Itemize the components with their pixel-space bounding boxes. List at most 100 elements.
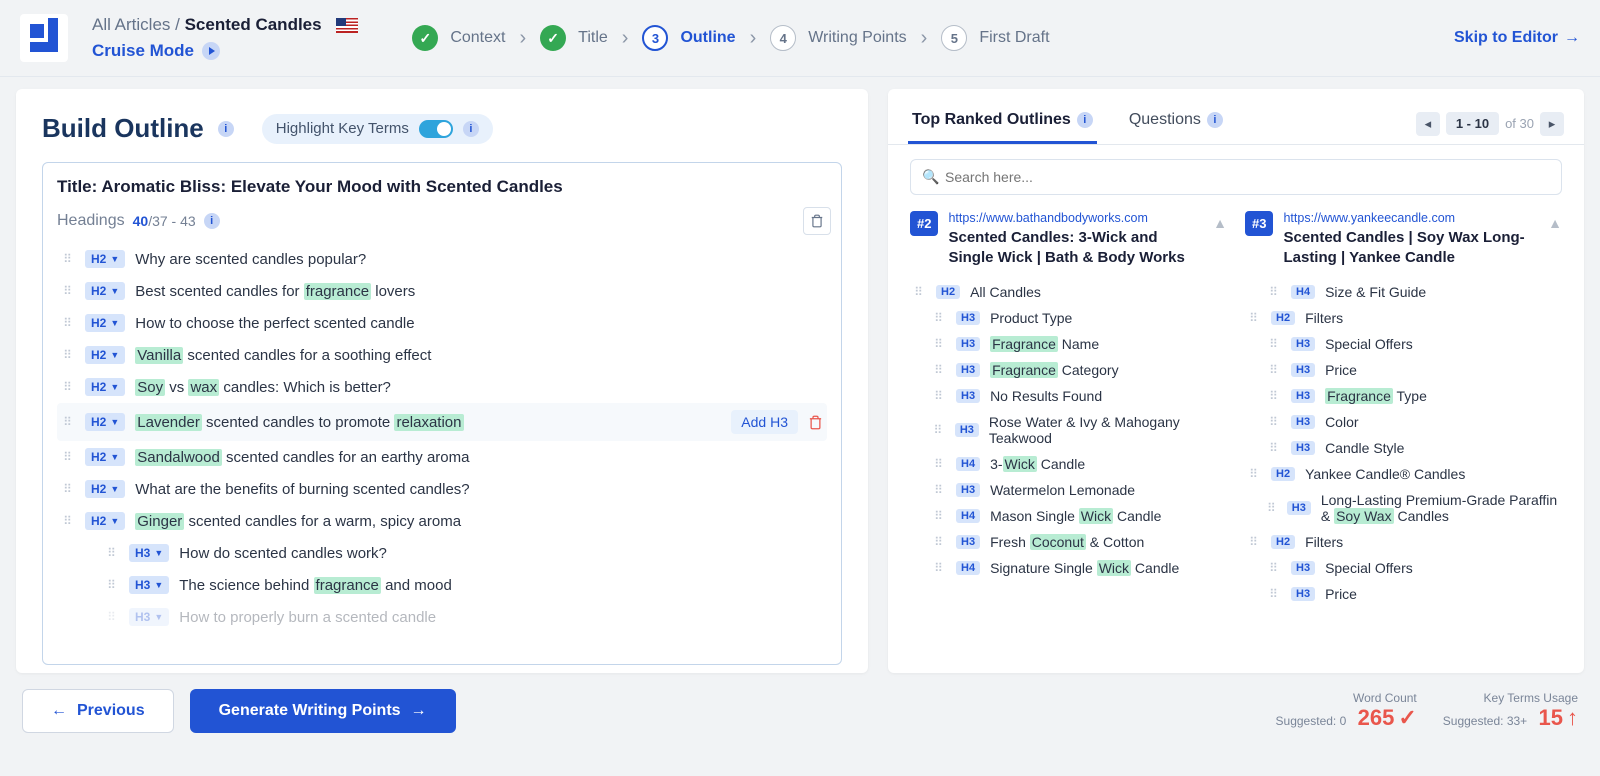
heading-tag-select[interactable]: H2▼ <box>85 480 125 498</box>
heading-tag-select[interactable]: H3▼ <box>129 608 169 626</box>
competitor-url[interactable]: https://www.yankeecandle.com <box>1283 211 1538 225</box>
heading-tag-select[interactable]: H2▼ <box>85 512 125 530</box>
heading-tag-select[interactable]: H3▼ <box>129 544 169 562</box>
competitor-heading[interactable]: ⠿ H3 Price <box>1265 357 1562 383</box>
collapse-icon[interactable]: ▲ <box>1548 215 1562 231</box>
step-first draft[interactable]: 5 First Draft <box>927 25 1063 51</box>
drag-handle-icon[interactable]: ⠿ <box>1267 441 1281 455</box>
competitor-heading[interactable]: ⠿ H3 Special Offers <box>1265 331 1562 357</box>
competitor-heading[interactable]: ⠿ H3 No Results Found <box>930 383 1227 409</box>
highlight-key-terms-toggle[interactable]: Highlight Key Terms i <box>262 114 493 144</box>
drag-handle-icon[interactable]: ⠿ <box>1267 501 1277 515</box>
heading-tag-select[interactable]: H2▼ <box>85 413 125 431</box>
competitor-heading[interactable]: ⠿ H4 3-Wick Candle <box>930 451 1227 477</box>
drag-handle-icon[interactable]: ⠿ <box>1267 587 1281 601</box>
heading-text[interactable]: Soy vs wax candles: Which is better? <box>135 379 391 396</box>
search-input[interactable] <box>910 159 1562 195</box>
competitor-heading[interactable]: ⠿ H3 Fresh Coconut & Cotton <box>930 529 1227 555</box>
drag-handle-icon[interactable]: ⠿ <box>61 514 75 528</box>
outline-row[interactable]: ⠿ H3▼ How to properly burn a scented can… <box>101 601 827 633</box>
heading-text[interactable]: Why are scented candles popular? <box>135 251 366 268</box>
drag-handle-icon[interactable]: ⠿ <box>1267 363 1281 377</box>
drag-handle-icon[interactable]: ⠿ <box>105 546 119 560</box>
tab-questions[interactable]: Questionsi <box>1125 103 1227 144</box>
heading-tag-select[interactable]: H2▼ <box>85 314 125 332</box>
cruise-mode-button[interactable]: Cruise Mode <box>92 41 358 61</box>
heading-text[interactable]: How to choose the perfect scented candle <box>135 315 414 332</box>
outline-row[interactable]: ⠿ H2▼ How to choose the perfect scented … <box>57 307 827 339</box>
outline-row[interactable]: ⠿ H2▼ Vanilla scented candles for a soot… <box>57 339 827 371</box>
drag-handle-icon[interactable]: ⠿ <box>61 415 75 429</box>
outline-row[interactable]: ⠿ H2▼ Best scented candles for fragrance… <box>57 275 827 307</box>
competitor-heading[interactable]: ⠿ H4 Size & Fit Guide <box>1265 279 1562 305</box>
competitor-heading[interactable]: ⠿ H4 Mason Single Wick Candle <box>930 503 1227 529</box>
heading-text[interactable]: The science behind fragrance and mood <box>179 577 452 594</box>
heading-tag-select[interactable]: H3▼ <box>129 576 169 594</box>
outline-row[interactable]: ⠿ H3▼ The science behind fragrance and m… <box>101 569 827 601</box>
delete-all-button[interactable] <box>803 207 831 235</box>
competitor-heading[interactable]: ⠿ H2 Yankee Candle® Candles <box>1245 461 1562 487</box>
outline-row[interactable]: ⠿ H2▼ Sandalwood scented candles for an … <box>57 441 827 473</box>
heading-tag-select[interactable]: H2▼ <box>85 282 125 300</box>
competitor-url[interactable]: https://www.bathandbodyworks.com <box>948 211 1203 225</box>
info-icon[interactable]: i <box>204 213 220 229</box>
drag-handle-icon[interactable]: ⠿ <box>912 285 926 299</box>
info-icon[interactable]: i <box>1077 112 1093 128</box>
heading-text[interactable]: Ginger scented candles for a warm, spicy… <box>135 513 461 530</box>
drag-handle-icon[interactable]: ⠿ <box>932 457 946 471</box>
drag-handle-icon[interactable]: ⠿ <box>932 337 946 351</box>
competitor-heading[interactable]: ⠿ H3 Fragrance Category <box>930 357 1227 383</box>
competitor-heading[interactable]: ⠿ H2 Filters <box>1245 529 1562 555</box>
info-icon[interactable]: i <box>218 121 234 137</box>
drag-handle-icon[interactable]: ⠿ <box>1267 415 1281 429</box>
step-context[interactable]: Context <box>398 25 519 51</box>
competitor-heading[interactable]: ⠿ H2 All Candles <box>910 279 1227 305</box>
drag-handle-icon[interactable]: ⠿ <box>1267 561 1281 575</box>
drag-handle-icon[interactable]: ⠿ <box>1267 285 1281 299</box>
heading-text[interactable]: Sandalwood scented candles for an earthy… <box>135 449 469 466</box>
drag-handle-icon[interactable]: ⠿ <box>105 578 119 592</box>
heading-tag-select[interactable]: H2▼ <box>85 378 125 396</box>
drag-handle-icon[interactable]: ⠿ <box>61 482 75 496</box>
outline-row[interactable]: ⠿ H3▼ How do scented candles work? <box>101 537 827 569</box>
heading-text[interactable]: Best scented candles for fragrance lover… <box>135 283 415 300</box>
heading-tag-select[interactable]: H2▼ <box>85 250 125 268</box>
outline-row[interactable]: ⠿ H2▼ Ginger scented candles for a warm,… <box>57 505 827 537</box>
heading-text[interactable]: How to properly burn a scented candle <box>179 609 436 626</box>
competitor-heading[interactable]: ⠿ H3 Product Type <box>930 305 1227 331</box>
drag-handle-icon[interactable]: ⠿ <box>1267 337 1281 351</box>
heading-text[interactable]: How do scented candles work? <box>179 545 387 562</box>
heading-text[interactable]: Lavender scented candles to promote rela… <box>135 414 463 431</box>
drag-handle-icon[interactable]: ⠿ <box>932 311 946 325</box>
heading-tag-select[interactable]: H2▼ <box>85 448 125 466</box>
delete-row-button[interactable] <box>808 415 823 430</box>
page-next-button[interactable]: ▸ <box>1540 112 1564 136</box>
outline-row[interactable]: ⠿ H2▼ Lavender scented candles to promot… <box>57 403 827 441</box>
drag-handle-icon[interactable]: ⠿ <box>932 389 946 403</box>
drag-handle-icon[interactable]: ⠿ <box>1247 535 1261 549</box>
breadcrumb-root[interactable]: All Articles <box>92 15 170 34</box>
toggle-on-icon[interactable] <box>419 120 453 138</box>
competitor-heading[interactable]: ⠿ H3 Fragrance Name <box>930 331 1227 357</box>
competitor-heading[interactable]: ⠿ H3 Price <box>1265 581 1562 607</box>
collapse-icon[interactable]: ▲ <box>1213 215 1227 231</box>
outline-row[interactable]: ⠿ H2▼ Why are scented candles popular? <box>57 243 827 275</box>
page-prev-button[interactable]: ◂ <box>1416 112 1440 136</box>
app-logo[interactable] <box>20 14 68 62</box>
heading-text[interactable]: Vanilla scented candles for a soothing e… <box>135 347 431 364</box>
skip-to-editor-button[interactable]: Skip to Editor → <box>1454 29 1580 47</box>
tab-top-ranked[interactable]: Top Ranked Outlinesi <box>908 103 1097 144</box>
drag-handle-icon[interactable]: ⠿ <box>932 561 946 575</box>
drag-handle-icon[interactable]: ⠿ <box>1267 389 1281 403</box>
previous-button[interactable]: ← Previous <box>22 689 174 733</box>
drag-handle-icon[interactable]: ⠿ <box>61 380 75 394</box>
drag-handle-icon[interactable]: ⠿ <box>1247 467 1261 481</box>
drag-handle-icon[interactable]: ⠿ <box>61 252 75 266</box>
drag-handle-icon[interactable]: ⠿ <box>105 610 119 624</box>
step-title[interactable]: Title <box>526 25 622 51</box>
drag-handle-icon[interactable]: ⠿ <box>932 363 946 377</box>
generate-writing-points-button[interactable]: Generate Writing Points → <box>190 689 456 733</box>
outline-row[interactable]: ⠿ H2▼ Soy vs wax candles: Which is bette… <box>57 371 827 403</box>
drag-handle-icon[interactable]: ⠿ <box>932 423 945 437</box>
drag-handle-icon[interactable]: ⠿ <box>61 284 75 298</box>
